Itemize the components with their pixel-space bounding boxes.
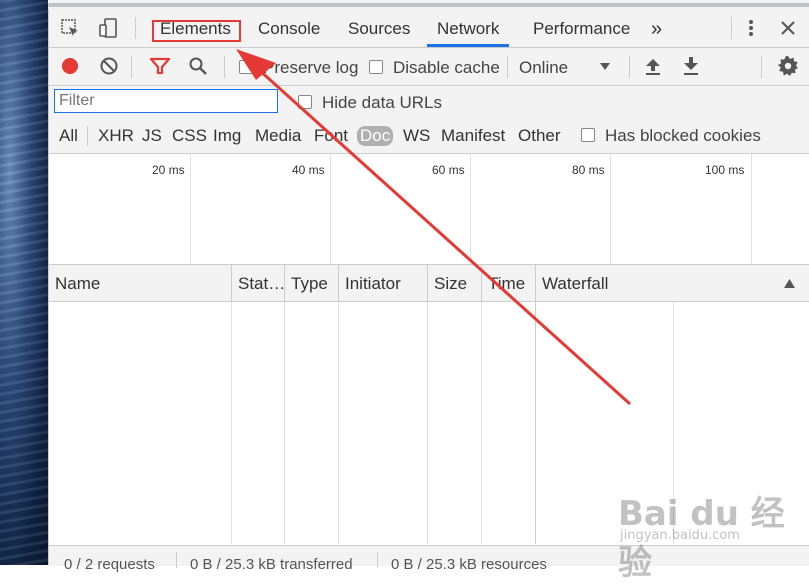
network-toolbar: Preserve log Disable cache Online [49,48,809,86]
hide-data-urls-checkbox[interactable] [298,95,312,109]
filter-type-font[interactable]: Font [314,126,348,146]
column-divider [427,302,428,544]
filter-type-img[interactable]: Img [213,126,241,146]
filter-type-xhr[interactable]: XHR [98,126,134,146]
clear-icon[interactable] [99,56,119,76]
has-blocked-cookies-checkbox[interactable] [581,128,595,142]
filter-input[interactable] [54,89,278,113]
toolbar-separator [761,56,762,78]
filter-type-css[interactable]: CSS [172,126,207,146]
devtools-panel: Elements Console Sources Network Perform… [48,9,809,573]
overview-gridline [751,154,752,264]
device-toolbar-icon[interactable] [97,17,119,39]
disable-cache-label: Disable cache [393,58,500,77]
hide-data-urls-label: Hide data URLs [322,93,443,112]
tab-console[interactable]: Console [258,9,320,47]
has-blocked-cookies-label: Has blocked cookies [605,126,761,145]
tab-separator [731,17,732,39]
column-initiator[interactable]: Initiator [339,265,428,301]
tab-sources[interactable]: Sources [348,9,410,47]
annotation-highlight-box [152,20,241,42]
filter-type-ws[interactable]: WS [403,126,430,146]
overview-tick-label: 80 ms [572,163,605,177]
dropdown-arrow-icon [599,62,611,72]
filter-type-all[interactable]: All [59,126,78,146]
column-name[interactable]: Name [49,265,232,301]
timeline-overview[interactable]: 20 ms 40 ms 60 ms 80 ms 100 ms [49,154,809,265]
toolbar-separator [507,56,508,78]
column-divider [231,302,232,544]
column-time[interactable]: Time [482,265,536,301]
filter-separator [87,126,88,146]
watermark-url: jingyan.baidu.com [620,528,740,543]
toolbar-separator [224,56,225,78]
preserve-log-label: Preserve log [263,58,359,77]
preserve-log-checkbox[interactable] [239,60,253,74]
summary-separator [377,552,378,568]
toolbar-separator [629,56,630,78]
toolbar-separator [131,56,132,78]
filter-type-media[interactable]: Media [255,126,301,146]
overview-gridline [190,154,191,264]
tab-network[interactable]: Network [427,9,510,47]
summary-separator [176,552,177,568]
filter-type-doc[interactable]: Doc [357,126,394,146]
gear-icon[interactable] [777,55,799,77]
import-har-icon[interactable] [643,56,663,76]
column-divider [481,302,482,544]
desktop-background [0,0,48,565]
sort-ascending-icon[interactable] [783,278,795,288]
column-size[interactable]: Size [428,265,482,301]
overview-gridline [610,154,611,264]
inspect-element-icon[interactable] [59,17,81,39]
filter-type-js[interactable]: JS [142,126,162,146]
record-icon[interactable] [60,56,80,76]
column-divider [535,302,536,544]
kebab-menu-icon[interactable] [741,17,761,39]
filter-type-manifest[interactable]: Manifest [441,126,505,146]
tab-performance[interactable]: Performance [533,9,630,47]
horizontal-scrollbar[interactable] [48,3,809,7]
column-status[interactable]: Stat… [232,265,285,301]
column-divider [284,302,285,544]
search-icon[interactable] [187,56,209,76]
filter-icon[interactable] [149,56,171,76]
overview-tick-label: 40 ms [292,163,325,177]
throttling-select[interactable]: Online [517,54,617,80]
tab-separator [135,17,136,39]
column-divider [338,302,339,544]
disable-cache-checkbox[interactable] [369,60,383,74]
overview-tick-label: 20 ms [152,163,185,177]
requests-table-header: Name Stat… Type Initiator Size Time Wate… [49,265,809,302]
overview-gridline [330,154,331,264]
overview-gridline [470,154,471,264]
more-tabs-button[interactable]: » [651,9,662,47]
throttling-value: Online [519,58,569,77]
export-har-icon[interactable] [681,56,701,76]
filter-type-other[interactable]: Other [518,126,561,146]
column-waterfall[interactable]: Waterfall [536,265,809,301]
close-icon[interactable] [777,17,799,39]
browser-scrollbar-strip [48,0,809,9]
overview-tick-label: 60 ms [432,163,465,177]
column-type[interactable]: Type [285,265,339,301]
overview-tick-label: 100 ms [705,163,745,177]
